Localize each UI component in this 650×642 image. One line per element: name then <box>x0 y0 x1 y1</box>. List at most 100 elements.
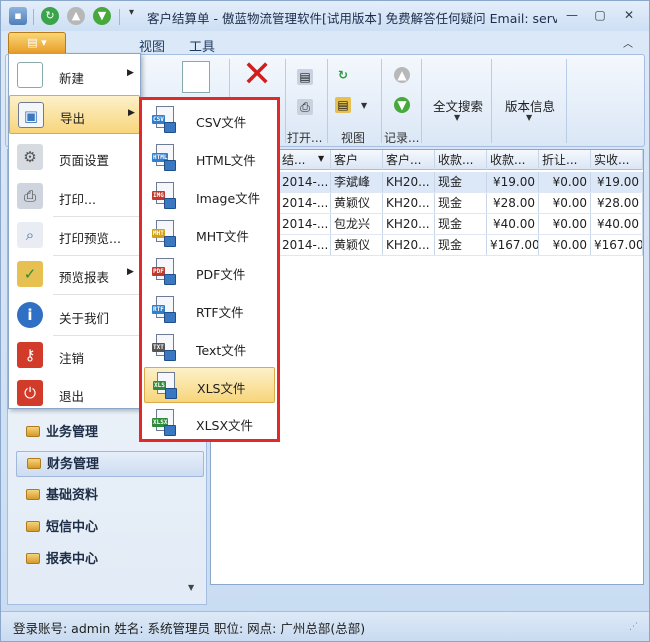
menu-item-logout[interactable]: ⚷ 注销 <box>9 336 140 375</box>
column-header[interactable]: 折让... <box>539 150 591 170</box>
resize-grip-icon[interactable]: ⋰ <box>629 622 638 632</box>
cell-payment-type: 现金 <box>435 193 487 213</box>
folder-icon <box>27 458 41 469</box>
record-down-icon[interactable]: ▼ <box>394 97 410 113</box>
menu-item-label: 页面设置 <box>59 153 110 168</box>
chevron-down-icon[interactable]: ▼ <box>361 101 367 110</box>
chevron-down-icon[interactable]: ▼ <box>454 113 460 122</box>
app-icon[interactable]: ▪ <box>9 7 27 25</box>
app-menu-button[interactable]: ▤ ▾ <box>8 32 66 54</box>
html-file-icon: HTML <box>152 144 176 172</box>
cell-date: 2014-... <box>279 235 331 255</box>
column-header[interactable]: 客户 <box>331 150 383 170</box>
chevron-down-icon[interactable]: ▼ <box>526 113 532 122</box>
export-pdf[interactable]: PDF PDF文件 <box>144 254 275 290</box>
cell-received: ¥167.00 <box>591 235 643 255</box>
nav-item-label: 短信中心 <box>46 520 99 535</box>
power-icon: ⏻ <box>17 380 43 406</box>
group-records-label: 记录... <box>384 131 420 145</box>
nav-scroll-down-icon[interactable]: ▼ <box>188 583 194 592</box>
nav-item-sms[interactable]: 短信中心 <box>16 515 204 541</box>
menu-item-print[interactable]: ⎙ 打印... <box>9 177 140 216</box>
cell-discount: ¥0.00 <box>539 235 591 255</box>
export-xlsx[interactable]: XLSX XLSX文件 <box>144 405 275 441</box>
info-icon: i <box>17 302 43 328</box>
refresh-icon[interactable]: ↻ <box>41 7 59 25</box>
export-xls[interactable]: XLS XLS文件 <box>144 367 275 403</box>
export-csv[interactable]: CSV CSV文件 <box>144 102 275 138</box>
menu-item-new[interactable]: 新建 ▶ <box>9 56 140 95</box>
divider <box>491 59 492 143</box>
cell-amount: ¥167.00 <box>487 235 539 255</box>
column-header[interactable]: 客户... <box>383 150 435 170</box>
nav-item-label: 报表中心 <box>46 552 99 567</box>
export-item-label: MHT文件 <box>196 229 249 244</box>
nav-item-label: 基础资料 <box>46 488 99 503</box>
export-rtf[interactable]: RTF RTF文件 <box>144 292 275 328</box>
divider <box>566 59 567 143</box>
clipboard-icon[interactable]: ▤ <box>335 97 351 113</box>
export-mht[interactable]: MHT MHT文件 <box>144 216 275 252</box>
cell-customer-code: KH20... <box>383 193 435 213</box>
menu-item-export[interactable]: ▣ 导出 ▶ <box>9 95 140 134</box>
arrow-down-icon[interactable]: ▼ <box>93 7 111 25</box>
cell-customer-code: KH20... <box>383 214 435 234</box>
column-header[interactable]: 实收... <box>591 150 643 170</box>
cell-discount: ¥0.00 <box>539 214 591 234</box>
menu-item-preview-report[interactable]: ✓ 预览报表 ▶ <box>9 255 140 294</box>
new-document-icon <box>17 62 43 88</box>
print-icon[interactable]: ⎙ <box>297 99 313 115</box>
clipboard-icon: ✓ <box>17 261 43 287</box>
tab-tools[interactable]: 工具 <box>189 36 215 55</box>
refresh-icon[interactable]: ↻ <box>335 67 351 83</box>
delete-icon[interactable]: ✕ <box>242 57 272 93</box>
cell-received: ¥19.00 <box>591 172 643 192</box>
menu-item-print-preview[interactable]: ⌕ 打印预览... <box>9 216 140 255</box>
ribbon-collapse-icon[interactable]: ︿ <box>623 35 633 50</box>
close-icon[interactable]: ✕ <box>618 6 640 24</box>
cell-discount: ¥0.00 <box>539 172 591 192</box>
submenu-arrow-icon: ▶ <box>127 68 134 78</box>
export-html[interactable]: HTML HTML文件 <box>144 140 275 176</box>
arrow-up-icon[interactable]: ▲ <box>67 7 85 25</box>
nav-item-basic-data[interactable]: 基础资料 <box>16 483 204 509</box>
export-item-label: CSV文件 <box>196 115 247 130</box>
printer-small-icon[interactable]: ▤ <box>297 69 313 85</box>
menu-item-exit[interactable]: ⏻ 退出 <box>9 374 140 413</box>
export-submenu: CSV CSV文件 HTML HTML文件 IMG Image文件 MHT MH… <box>139 97 280 442</box>
ribbon-tab-row <box>1 31 649 53</box>
export-image[interactable]: IMG Image文件 <box>144 178 275 214</box>
folder-icon <box>26 553 40 564</box>
menu-item-page-setup[interactable]: ⚙ 页面设置 <box>9 138 140 177</box>
nav-item-finance[interactable]: 财务管理 <box>16 451 204 477</box>
export-text[interactable]: TXT Text文件 <box>144 330 275 366</box>
menu-item-label: 打印... <box>59 192 96 207</box>
text-file-icon: TXT <box>152 334 176 362</box>
nav-item-label: 业务管理 <box>46 425 99 440</box>
divider <box>421 59 422 143</box>
document-icon[interactable] <box>182 61 210 93</box>
export-item-label: PDF文件 <box>196 267 246 282</box>
xlsx-file-icon: XLSX <box>152 409 176 437</box>
quick-access-dropdown-icon[interactable]: ▾ <box>129 7 134 18</box>
menu-item-about[interactable]: i 关于我们 <box>9 296 140 335</box>
nav-item-reports[interactable]: 报表中心 <box>16 547 204 573</box>
column-header[interactable]: 收款... <box>487 150 539 170</box>
maximize-icon[interactable]: ▢ <box>589 6 611 24</box>
cell-received: ¥40.00 <box>591 214 643 234</box>
tab-view[interactable]: 视图 <box>139 36 165 55</box>
export-icon: ▣ <box>18 102 44 128</box>
printer-icon: ⎙ <box>17 183 43 209</box>
nav-item-label: 财务管理 <box>47 457 100 472</box>
folder-icon <box>26 426 40 437</box>
record-up-icon[interactable]: ▲ <box>394 67 410 83</box>
app-menu: 新建 ▶ ▣ 导出 ▶ ⚙ 页面设置 ⎙ 打印... ⌕ 打印预览... ✓ 预… <box>8 53 141 409</box>
minimize-icon[interactable]: — <box>561 6 583 24</box>
divider <box>53 294 139 295</box>
submenu-arrow-icon: ▶ <box>127 267 134 277</box>
rtf-file-icon: RTF <box>152 296 176 324</box>
cell-payment-type: 现金 <box>435 214 487 234</box>
column-header[interactable]: 收款... <box>435 150 487 170</box>
cell-discount: ¥0.00 <box>539 193 591 213</box>
cell-payment-type: 现金 <box>435 235 487 255</box>
